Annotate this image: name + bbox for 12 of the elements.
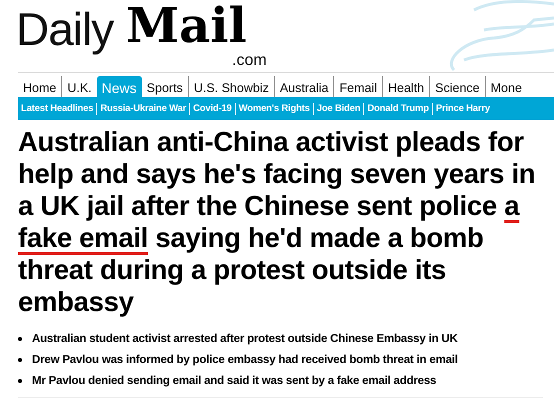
bullet-icon: [18, 358, 22, 362]
nav-tab[interactable]: Sports: [142, 76, 188, 97]
bullet-text: Drew Pavlou was informed by police embassy had received bomb threat in email: [32, 354, 458, 366]
bullet-icon: [18, 336, 22, 340]
headline: Australian anti-China activist pleads for help and says he's facing seven years in a UK jail after the Chinese sent police a fake email saying he'd made a bomb threat during a protest outside its embassy: [18, 126, 536, 318]
logo-domain[interactable]: .com: [232, 52, 267, 70]
logo-mail[interactable]: Mail: [126, 0, 247, 54]
bullet-text: Australian student activist arrested after protest outside Chinese Embassy in UK: [32, 332, 458, 344]
nav-tab[interactable]: Home: [18, 76, 62, 97]
bullet-icon: [18, 378, 22, 382]
bullet-text: Mr Pavlou denied sending email and said it was sent by a fake email address: [32, 374, 436, 386]
logo-daily[interactable]: Daily: [16, 2, 114, 56]
